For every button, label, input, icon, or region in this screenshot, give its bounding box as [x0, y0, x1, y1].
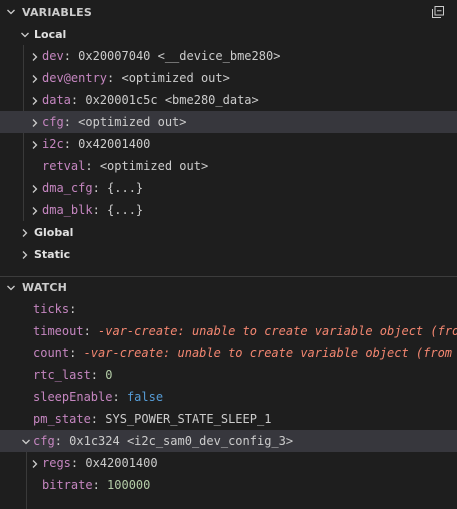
- watch-row-rtc-last[interactable]: rtc_last: 0: [0, 364, 457, 386]
- watch-section-header[interactable]: WATCH: [0, 276, 457, 298]
- chevron-right-icon: [28, 111, 42, 133]
- variables-section-header[interactable]: VARIABLES: [0, 1, 457, 23]
- scope-local-label: Local: [34, 27, 67, 41]
- separator: :: [107, 71, 122, 85]
- separator: :: [83, 324, 99, 338]
- separator: :: [90, 412, 106, 426]
- separator: :: [63, 49, 79, 63]
- chevron-right-icon: [28, 452, 42, 474]
- separator: :: [85, 159, 100, 173]
- separator: :: [54, 434, 70, 448]
- separator: :: [63, 137, 79, 151]
- scope-local[interactable]: Local: [0, 23, 457, 45]
- watch-expression: pm_state: [33, 412, 91, 426]
- variable-row-retval[interactable]: retval: <optimized out>: [0, 155, 457, 177]
- chevron-right-icon: [28, 133, 42, 155]
- separator: :: [70, 456, 86, 470]
- variable-name: data: [42, 93, 71, 107]
- watch-expression: ticks: [33, 302, 70, 316]
- watch-child-name: bitrate: [42, 478, 93, 492]
- scope-global-label: Global: [34, 225, 74, 239]
- watch-child-value: 0x42001400: [85, 456, 158, 470]
- watch-row-cfg[interactable]: cfg: 0x1c324 <i2c_sam0_dev_config_3>: [0, 430, 457, 452]
- chevron-down-icon: [0, 277, 22, 299]
- variable-row-dev-entry[interactable]: dev@entry: <optimized out>: [0, 67, 457, 89]
- watch-row-regs[interactable]: regs: 0x42001400: [0, 452, 457, 474]
- separator: :: [92, 478, 108, 492]
- chevron-down-icon: [0, 1, 22, 23]
- variable-value: 0x20001c5c <bme280_data>: [85, 93, 259, 107]
- variable-value: {...}: [107, 203, 144, 217]
- debug-sidebar: VARIABLES Local dev: 0x20007040 <__devic…: [0, 0, 457, 509]
- watch-row-bitrate[interactable]: bitrate: 100000: [0, 474, 457, 496]
- variable-name: dma_blk: [42, 203, 93, 217]
- variable-name: dma_cfg: [42, 181, 93, 195]
- watch-row-sleepenable[interactable]: sleepEnable: false: [0, 386, 457, 408]
- separator: :: [70, 93, 86, 107]
- variable-name: i2c: [42, 137, 64, 151]
- variable-name: dev@entry: [42, 71, 108, 85]
- chevron-right-icon: [28, 89, 42, 111]
- variable-row-dma-blk[interactable]: dma_blk: {...}: [0, 199, 457, 221]
- variable-value: <optimized out>: [99, 159, 209, 173]
- variable-row-dev[interactable]: dev: 0x20007040 <__device_bme280>: [0, 45, 457, 67]
- watch-row-timeout[interactable]: timeout: -var-create: unable to create v…: [0, 320, 457, 342]
- variable-value: 0x20007040 <__device_bme280>: [78, 49, 281, 63]
- separator: :: [112, 390, 127, 404]
- watch-error-value: -var-create: unable to create variable o…: [83, 346, 457, 360]
- watch-row-count[interactable]: count: -var-create: unable to create var…: [0, 342, 457, 364]
- variable-row-i2c[interactable]: i2c: 0x42001400: [0, 133, 457, 155]
- chevron-right-icon: [28, 199, 42, 221]
- separator: :: [92, 181, 108, 195]
- watch-expression: cfg: [33, 434, 55, 448]
- collapse-all-icon[interactable]: [431, 5, 445, 19]
- chevron-down-icon: [18, 23, 32, 45]
- variable-name: retval: [42, 159, 86, 173]
- scope-global[interactable]: Global: [0, 221, 457, 243]
- separator: :: [63, 115, 79, 129]
- chevron-right-icon: [28, 45, 42, 67]
- chevron-right-icon: [18, 243, 32, 265]
- watch-expression: timeout: [33, 324, 84, 338]
- chevron-right-icon: [28, 177, 42, 199]
- variable-row-data[interactable]: data: 0x20001c5c <bme280_data>: [0, 89, 457, 111]
- variable-row-cfg[interactable]: cfg: <optimized out>: [0, 111, 457, 133]
- variable-row-dma-cfg[interactable]: dma_cfg: {...}: [0, 177, 457, 199]
- chevron-right-icon: [18, 221, 32, 243]
- watch-row-ticks[interactable]: ticks:: [0, 298, 457, 320]
- variable-value: 0x42001400: [78, 137, 151, 151]
- watch-expression: sleepEnable: [33, 390, 113, 404]
- watch-title: WATCH: [22, 281, 68, 294]
- watch-child-value: 100000: [107, 478, 151, 492]
- watch-row-pm-state[interactable]: pm_state: SYS_POWER_STATE_SLEEP_1: [0, 408, 457, 430]
- watch-value: false: [126, 390, 164, 404]
- chevron-down-icon: [19, 430, 33, 452]
- scope-static[interactable]: Static: [0, 243, 457, 265]
- variables-title: VARIABLES: [22, 5, 92, 19]
- chevron-right-icon: [28, 67, 42, 89]
- variable-value: <optimized out>: [121, 71, 230, 85]
- variable-value: <optimized out>: [78, 115, 187, 129]
- variable-value: {...}: [107, 181, 144, 195]
- watch-error-value: -var-create: unable to create variable o…: [98, 324, 457, 338]
- separator: :: [69, 346, 84, 360]
- watch-expression: rtc_last: [33, 368, 91, 382]
- variable-name: cfg: [42, 115, 64, 129]
- watch-value: 0x1c324 <i2c_sam0_dev_config_3>: [69, 434, 294, 448]
- watch-expression: count: [33, 346, 70, 360]
- variable-name: dev: [42, 49, 64, 63]
- watch-value: SYS_POWER_STATE_SLEEP_1: [105, 412, 272, 426]
- separator: :: [90, 368, 106, 382]
- scope-static-label: Static: [34, 247, 71, 261]
- separator: :: [69, 302, 77, 316]
- separator: :: [92, 203, 108, 217]
- watch-child-name: regs: [42, 456, 71, 470]
- watch-value: 0: [105, 368, 113, 382]
